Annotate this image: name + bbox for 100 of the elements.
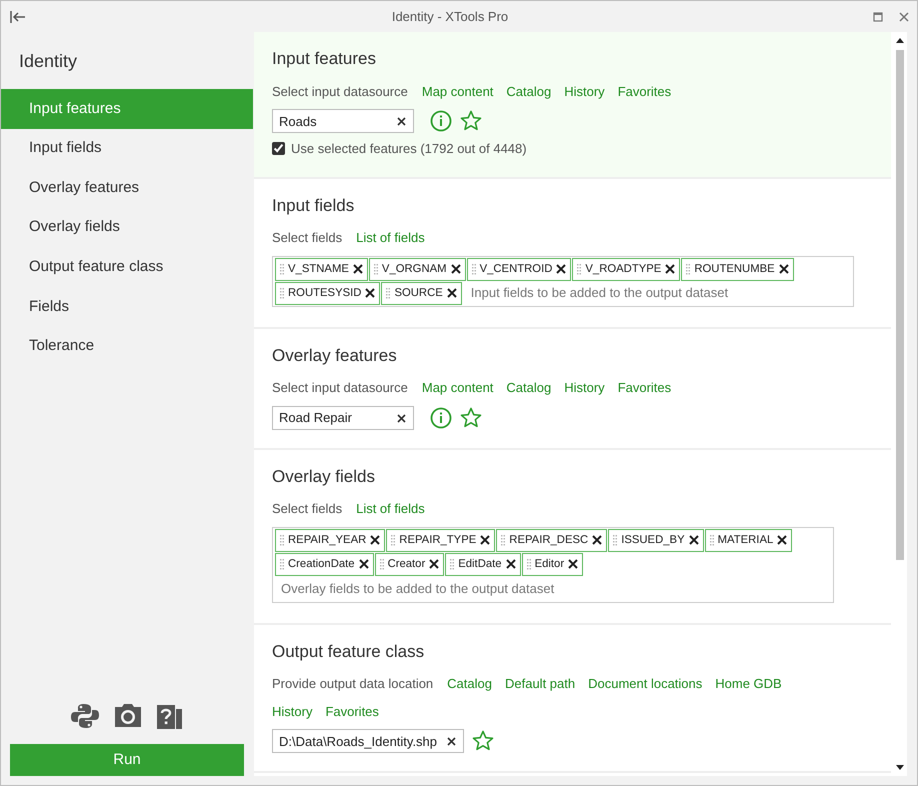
field-tag[interactable]: V_ORGNAM	[368, 258, 466, 280]
star-icon[interactable]	[460, 110, 482, 132]
drag-handle-icon	[280, 558, 284, 570]
remove-icon[interactable]	[506, 559, 516, 569]
field-tag[interactable]: V_CENTROID	[466, 258, 572, 280]
drag-handle-icon	[710, 534, 714, 546]
field-tag[interactable]: REPAIR_DESC	[496, 528, 608, 552]
remove-icon[interactable]	[568, 559, 578, 569]
source-link[interactable]: Document locations	[588, 674, 702, 694]
remove-icon[interactable]	[370, 535, 380, 545]
field-tag[interactable]: ROUTESYSID	[275, 282, 380, 304]
source-link[interactable]: Catalog	[506, 378, 552, 398]
source-link[interactable]: Catalog	[447, 674, 492, 694]
field-tag[interactable]: Editor	[522, 552, 584, 576]
prompt-label: Provide output data location	[272, 675, 434, 693]
sidebar-item[interactable]: Tolerance	[1, 326, 253, 366]
info-icon[interactable]	[430, 406, 452, 428]
python-icon[interactable]	[70, 702, 100, 730]
source-link[interactable]: History	[564, 82, 605, 101]
source-link[interactable]: Favorites	[325, 702, 379, 721]
sidebar-item[interactable]: Overlay features	[1, 168, 253, 208]
checkbox-label: Use selected features (1792 out of 4448)	[291, 140, 527, 158]
prompt-label: Select fields	[272, 500, 342, 518]
field-tag[interactable]: SOURCE	[381, 282, 462, 304]
drag-handle-icon	[613, 534, 618, 546]
sidebar-item[interactable]: Overlay fields	[1, 208, 253, 248]
maximize-icon[interactable]	[873, 12, 883, 22]
close-icon[interactable]	[899, 12, 909, 22]
remove-icon[interactable]	[450, 264, 461, 274]
source-link[interactable]: Favorites	[618, 378, 672, 398]
drag-handle-icon	[380, 558, 384, 570]
sidebar-item[interactable]: Input fields	[1, 128, 253, 168]
source-link[interactable]: Home GDB	[715, 674, 782, 694]
remove-icon[interactable]	[556, 264, 566, 274]
camera-icon[interactable]	[114, 702, 142, 728]
drag-handle-icon	[526, 558, 531, 570]
remove-icon[interactable]	[358, 559, 369, 569]
drag-handle-icon	[391, 534, 396, 546]
source-link[interactable]: Map content	[422, 82, 494, 101]
remove-icon[interactable]	[778, 264, 789, 274]
remove-icon[interactable]	[688, 535, 699, 545]
star-icon[interactable]	[472, 730, 494, 752]
info-icon[interactable]	[430, 110, 452, 132]
drag-handle-icon	[501, 534, 506, 546]
drag-handle-icon	[686, 264, 690, 274]
clear-icon[interactable]	[447, 737, 456, 746]
source-link[interactable]: Default path	[504, 674, 576, 694]
input-field[interactable]: Roads	[272, 109, 414, 133]
field-list-placeholder: Input fields to be added to the output dataset	[470, 284, 730, 302]
field-list-box[interactable]: REPAIR_YEAR REPAIR_TYPE REPAIR_DESC ISSUED_BY MATERIAL CreationDate Creator EditDate Editor Overlay fields to be added to the output dataset	[272, 526, 834, 602]
field-tag[interactable]: EditDate	[445, 552, 521, 576]
sidebar-item[interactable]: Fields	[1, 286, 253, 327]
drag-handle-icon	[472, 264, 476, 274]
scroll-down-icon[interactable]	[895, 764, 905, 772]
remove-icon[interactable]	[365, 288, 376, 298]
field-list-box[interactable]: V_STNAME V_ORGNAM V_CENTROID V_ROADTYPE ROUTENUMBE ROUTESYSID SOURCE Input fields to be added to the output dataset	[272, 256, 854, 306]
source-link[interactable]: History	[564, 378, 605, 398]
field-tag[interactable]: REPAIR_YEAR	[275, 528, 386, 552]
field-list-placeholder: Overlay fields to be added to the output dataset	[280, 580, 556, 598]
field-tag[interactable]: MATERIAL	[704, 528, 792, 552]
source-link[interactable]: History	[272, 702, 312, 721]
field-tag[interactable]: V_STNAME	[275, 258, 368, 280]
checkbox[interactable]	[272, 142, 285, 156]
remove-icon[interactable]	[777, 535, 788, 545]
field-tag[interactable]: V_ROADTYPE	[572, 258, 680, 280]
remove-icon[interactable]	[429, 559, 440, 569]
sidebar-title: Identity	[18, 50, 78, 73]
input-field[interactable]: Road Repair	[272, 406, 414, 430]
remove-icon[interactable]	[592, 535, 602, 545]
field-tag[interactable]: REPAIR_TYPE	[386, 528, 496, 552]
help-document-icon[interactable]	[156, 702, 184, 730]
prompt-label: Select fields	[272, 229, 342, 247]
remove-icon[interactable]	[480, 535, 490, 545]
clear-icon[interactable]	[397, 414, 406, 422]
drag-handle-icon	[280, 264, 284, 274]
star-icon[interactable]	[460, 406, 482, 428]
drag-handle-icon	[374, 264, 378, 274]
source-link[interactable]: Catalog	[506, 82, 552, 101]
sidebar-item[interactable]: Output feature class	[1, 247, 253, 287]
field-tag[interactable]: Creator	[374, 552, 444, 576]
drag-handle-icon	[280, 288, 284, 298]
remove-icon[interactable]	[446, 288, 457, 298]
field-tag[interactable]: ISSUED_BY	[608, 528, 704, 552]
window-title: Identity - XTools Pro	[390, 8, 510, 26]
collapse-icon[interactable]	[9, 10, 27, 24]
source-link[interactable]: List of fields	[356, 228, 425, 248]
prompt-label: Select input datasource	[272, 82, 408, 101]
source-link[interactable]: Favorites	[618, 82, 672, 101]
source-link[interactable]: List of fields	[356, 499, 425, 518]
input-field[interactable]: D:\Data\Roads_Identity.shp	[272, 729, 464, 753]
remove-icon[interactable]	[352, 264, 363, 274]
scroll-up-icon[interactable]	[895, 36, 905, 44]
drag-handle-icon	[386, 288, 390, 298]
section-title: Input features	[272, 48, 377, 70]
source-link[interactable]: Map content	[422, 378, 494, 398]
clear-icon[interactable]	[397, 117, 406, 126]
remove-icon[interactable]	[665, 264, 676, 274]
drag-handle-icon	[450, 558, 454, 570]
field-tag[interactable]: ROUTENUMBE	[681, 258, 794, 280]
field-tag[interactable]: CreationDate	[275, 552, 374, 576]
